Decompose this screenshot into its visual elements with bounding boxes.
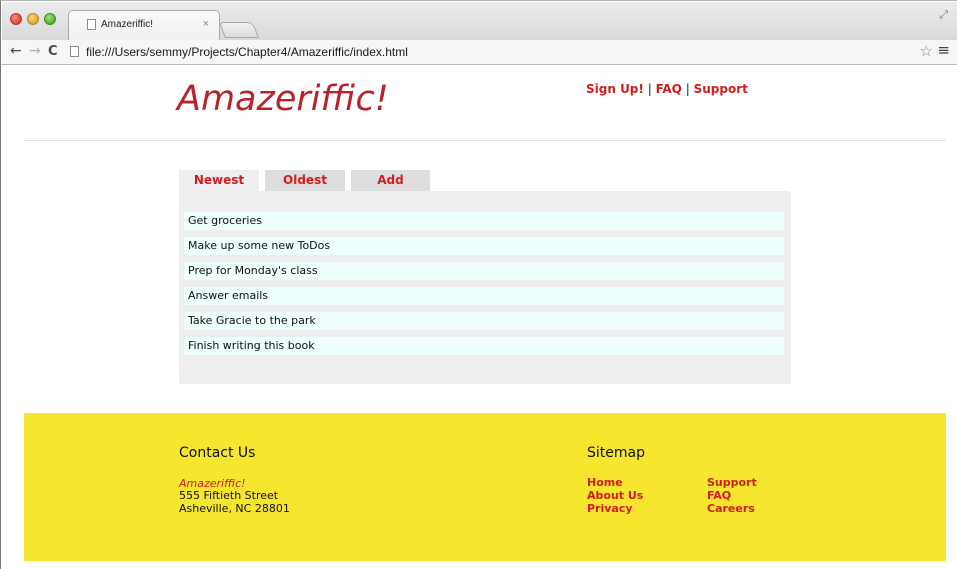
tab-oldest[interactable]: Oldest <box>265 170 345 191</box>
sitemap-link-home[interactable]: Home <box>587 476 623 489</box>
site-logo[interactable]: Amazeriffic! <box>177 79 389 119</box>
sitemap-link-faq[interactable]: FAQ <box>707 489 731 502</box>
todo-item: Make up some new ToDos <box>184 237 784 255</box>
header-divider <box>24 140 946 141</box>
nav-separator: | <box>647 82 652 96</box>
faq-link[interactable]: FAQ <box>656 82 682 96</box>
support-link[interactable]: Support <box>694 82 748 96</box>
window-maximize-button[interactable] <box>44 13 56 25</box>
window-close-button[interactable] <box>10 13 22 25</box>
todo-item: Finish writing this book <box>184 337 784 355</box>
page-icon <box>87 19 96 30</box>
contact-heading: Contact Us <box>179 445 256 461</box>
browser-tab-title: Amazeriffic! <box>101 19 154 30</box>
address-street: 555 Fiftieth Street <box>179 489 279 502</box>
sitemap-link-privacy[interactable]: Privacy <box>587 502 633 515</box>
todo-item: Prep for Monday's class <box>184 262 784 280</box>
sitemap-link-support[interactable]: Support <box>707 476 757 489</box>
browser-toolbar: ← → C file:///Users/semmy/Projects/Chapt… <box>2 40 957 65</box>
nav-separator: | <box>685 82 690 96</box>
new-tab-button[interactable] <box>219 22 259 38</box>
signup-link[interactable]: Sign Up! <box>586 82 644 96</box>
document-icon <box>70 46 79 57</box>
tab-close-icon[interactable]: × <box>203 18 209 30</box>
tab-add[interactable]: Add <box>351 170 430 191</box>
address-bar[interactable]: file:///Users/semmy/Projects/Chapter4/Am… <box>86 45 408 59</box>
address-city: Asheville, NC 28801 <box>179 502 290 515</box>
menu-icon[interactable]: ≡ <box>937 41 950 59</box>
web-page: Amazeriffic! Sign Up! | FAQ | Support Ne… <box>24 65 946 569</box>
bookmark-star-icon[interactable]: ☆ <box>920 42 933 60</box>
reload-icon[interactable]: C <box>48 44 58 59</box>
back-arrow-icon[interactable]: ← <box>10 43 22 59</box>
todo-list-panel: Get groceries Make up some new ToDos Pre… <box>179 191 791 384</box>
fullscreen-icon[interactable]: ⤢ <box>939 8 948 22</box>
sitemap-link-about[interactable]: About Us <box>587 489 643 502</box>
sitemap-link-careers[interactable]: Careers <box>707 502 755 515</box>
sitemap-heading: Sitemap <box>587 445 645 461</box>
top-nav: Sign Up! | FAQ | Support <box>586 82 748 96</box>
browser-tab[interactable]: Amazeriffic! × <box>68 10 220 40</box>
todo-item: Get groceries <box>184 212 784 230</box>
todo-item: Answer emails <box>184 287 784 305</box>
todo-item: Take Gracie to the park <box>184 312 784 330</box>
browser-titlebar: Amazeriffic! × ⤢ <box>2 2 957 40</box>
window-minimize-button[interactable] <box>27 13 39 25</box>
browser-window: Amazeriffic! × ⤢ ← → C file:///Users/sem… <box>0 0 957 569</box>
site-footer: Contact Us Amazeriffic! 555 Fiftieth Str… <box>24 413 946 561</box>
forward-arrow-icon[interactable]: → <box>29 43 41 59</box>
tab-newest[interactable]: Newest <box>179 170 259 192</box>
